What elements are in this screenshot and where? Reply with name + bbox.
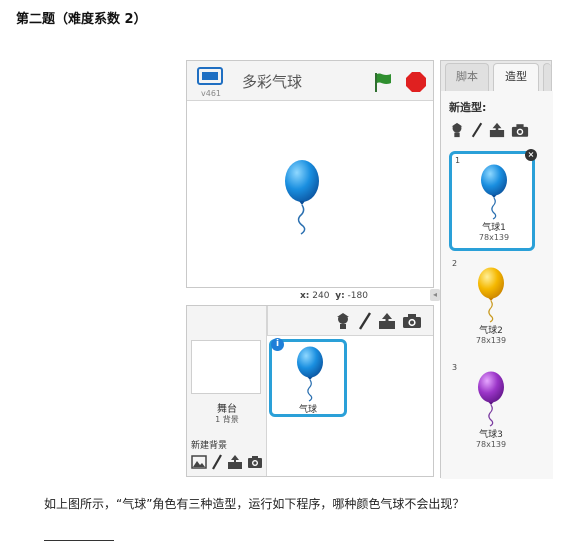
page: 第二题（难度系数 2） v461 多彩气球 x: 240 y: -180 ◂ 舞… [0,0,571,552]
costume-index: 1 [455,156,461,165]
upload-sprite-icon[interactable] [378,312,396,330]
x-coord-label: x: [300,291,310,301]
new-costume-tools [449,121,529,139]
choose-sprite-from-library-icon[interactable] [334,312,352,330]
mouse-coordinates: x: 240 y: -180 [300,291,368,301]
costume-image-yellow-balloon [478,267,504,323]
presentation-mode-icon[interactable] [197,67,223,85]
stage-canvas[interactable] [187,101,433,287]
costume-item-2[interactable]: 2 气球2 78x139 [449,257,535,357]
stage-header: v461 多彩气球 [187,61,433,101]
upload-backdrop-icon[interactable] [227,454,243,470]
tab-scripts[interactable]: 脚本 [445,63,489,91]
backdrop-tools [191,454,263,470]
answer-blank-line [44,540,114,541]
tab-costumes[interactable]: 造型 [493,63,539,91]
costume-name: 气球3 [479,430,503,440]
y-coord-value: -180 [347,291,368,301]
stage-panel: v461 多彩气球 [186,60,434,288]
costume-image-blue-balloon [481,164,507,220]
costume-name: 气球2 [479,326,503,336]
costume-list: 新造型: 1 × 气球1 78x139 2 气球2 78x139 3 气球3 7… [441,91,553,479]
choose-costume-from-library-icon[interactable] [449,122,465,138]
balloon-thumbnail-image [297,346,323,402]
stage-column: 舞台 1 背景 新建背景 [187,306,267,476]
backdrop-camera-icon[interactable] [247,455,263,469]
question-text: 如上图所示，“气球”角色有三种造型，运行如下程序，哪种颜色气球不会出现？ [44,497,465,511]
choose-backdrop-from-library-icon[interactable] [191,455,207,469]
stop-icon[interactable] [405,71,427,93]
costume-size: 78x139 [475,336,507,345]
stage-label: 舞台 [217,404,237,415]
x-coord-value: 240 [312,291,330,301]
costume-item-1[interactable]: 1 × 气球1 78x139 [449,149,537,251]
info-icon[interactable]: i [271,338,284,351]
delete-icon[interactable]: × [525,149,537,161]
paint-new-costume-icon[interactable] [471,122,483,138]
version-label: v461 [201,89,222,98]
project-title[interactable]: 多彩气球 [242,71,302,92]
upload-costume-icon[interactable] [489,122,505,138]
costume-name: 气球1 [482,223,506,233]
question-title: 第二题（难度系数 2） [16,12,147,27]
sprite-camera-icon[interactable] [402,313,422,329]
green-flag-icon[interactable] [373,71,393,93]
paint-new-sprite-icon[interactable] [358,312,372,330]
costume-size: 78x139 [478,233,510,242]
costume-image-purple-balloon [478,371,504,427]
costume-size: 78x139 [475,440,507,449]
collapse-toggle-icon[interactable]: ◂ [430,289,440,301]
costume-panel: 脚本 造型 新造型: 1 × 气球1 78x139 2 气球2 78x139 3… [440,60,553,479]
costume-item-3[interactable]: 3 气球3 78x139 [449,361,535,461]
new-backdrop-label: 新建背景 [191,441,228,451]
tab-sounds[interactable] [543,63,551,91]
balloon-sprite-on-stage[interactable] [282,159,322,235]
stage-thumbnail[interactable] [191,340,261,394]
costume-index: 2 [452,259,458,268]
costume-camera-icon[interactable] [511,123,529,138]
sprite-name: 气球 [298,405,317,415]
sprite-thumbnail[interactable]: 气球 [269,339,347,417]
new-sprite-toolbar [267,306,433,336]
costume-index: 3 [452,363,458,372]
sprite-panel: 舞台 1 背景 新建背景 气球 i [186,305,434,477]
backdrop-count: 1 背景 [215,415,239,424]
new-costume-label: 新造型: [449,101,487,114]
paint-new-backdrop-icon[interactable] [211,454,223,470]
y-coord-label: y: [335,291,345,301]
